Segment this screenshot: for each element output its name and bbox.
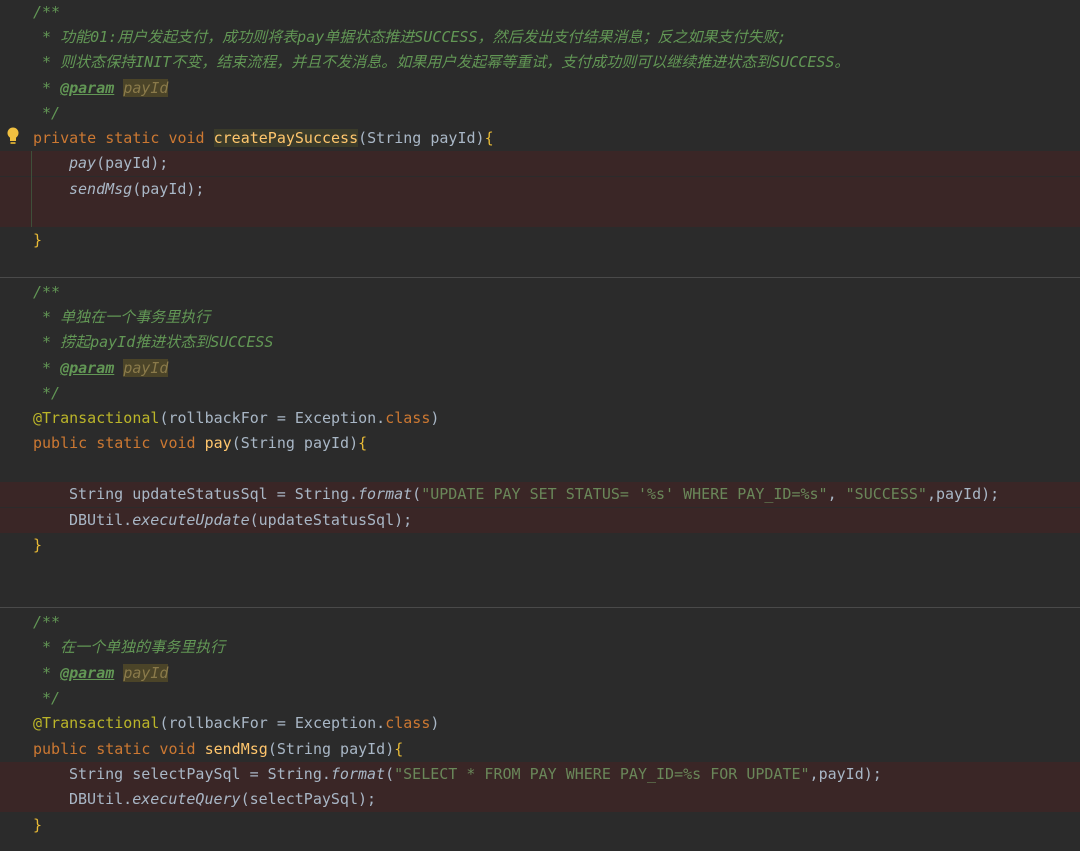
doc-comment-close: */ xyxy=(33,689,61,707)
doc-comment-close: */ xyxy=(33,104,61,122)
code-line-empty[interactable] xyxy=(0,202,1080,227)
code-line[interactable]: String updateStatusSql = String.format("… xyxy=(0,482,1080,507)
method-separator xyxy=(0,277,1080,278)
doc-comment-open: /** xyxy=(33,613,61,631)
method-signature[interactable]: private static void createPaySuccess(Str… xyxy=(0,126,1080,151)
method-signature[interactable]: public static void sendMsg(String payId)… xyxy=(0,737,1080,762)
doc-comment-line: * 功能01:用户发起支付，成功则将表pay单据状态推进SUCCESS，然后发出… xyxy=(33,28,787,46)
code-line[interactable]: sendMsg(payId); xyxy=(0,177,1080,202)
method-separator xyxy=(0,607,1080,608)
doc-comment-line: * 单独在一个事务里执行 xyxy=(33,308,211,326)
annotation-line[interactable]: @Transactional(rollbackFor = Exception.c… xyxy=(0,406,1080,431)
method-close-brace: } xyxy=(33,231,43,249)
doc-comment-open: /** xyxy=(33,3,61,21)
doc-comment-line: * 在一个单独的事务里执行 xyxy=(33,638,226,656)
method-name: pay xyxy=(204,434,232,452)
doc-comment-line: * 则状态保持INIT不变，结束流程，并且不发消息。如果用户发起幂等重试，支付成… xyxy=(33,53,850,71)
doc-comment-line: * 捞起payId推进状态到SUCCESS xyxy=(33,333,274,351)
method-close-brace: } xyxy=(33,536,43,554)
doc-comment-param: * @param payId xyxy=(33,79,169,97)
code-line[interactable]: DBUtil.executeQuery(selectPaySql); xyxy=(0,787,1080,812)
code-line[interactable]: DBUtil.executeUpdate(updateStatusSql); xyxy=(0,508,1080,533)
doc-comment-open: /** xyxy=(33,283,61,301)
code-line-empty[interactable] xyxy=(0,457,1080,482)
code-line[interactable]: String selectPaySql = String.format("SEL… xyxy=(0,762,1080,787)
code-line[interactable]: pay(payId); xyxy=(0,151,1080,176)
method-name: createPaySuccess xyxy=(213,129,359,147)
code-editor[interactable]: /** * 功能01:用户发起支付，成功则将表pay单据状态推进SUCCESS，… xyxy=(0,0,1080,851)
method-close-brace: } xyxy=(33,816,43,834)
method-name: sendMsg xyxy=(204,740,268,758)
annotation-line[interactable]: @Transactional(rollbackFor = Exception.c… xyxy=(0,711,1080,736)
method-signature[interactable]: public static void pay(String payId){ xyxy=(0,431,1080,456)
doc-comment-close: */ xyxy=(33,384,61,402)
doc-comment-param: * @param payId xyxy=(33,664,169,682)
doc-comment-param: * @param payId xyxy=(33,359,169,377)
indent-guide xyxy=(31,151,32,227)
